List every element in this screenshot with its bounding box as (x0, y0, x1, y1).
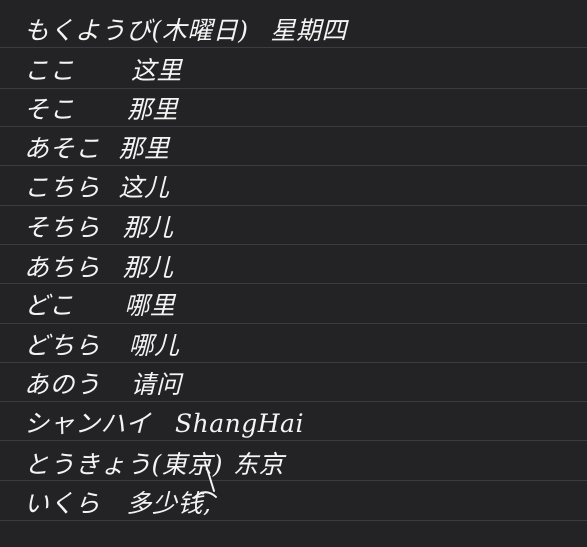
chinese-meaning: 请问 (130, 369, 182, 399)
note-line: ここ 这里 (24, 52, 182, 88)
note-line: いくら 多少钱, (24, 485, 211, 521)
japanese-word: あのう (24, 369, 101, 399)
chinese-meaning: 那里 (127, 94, 179, 124)
japanese-word: あそこ (24, 133, 101, 163)
japanese-word: どこ (24, 290, 75, 320)
japanese-word: いくら (24, 488, 101, 518)
notebook-page: もくようび(木曜日) 星期四 ここ 这里 そこ 那里 あそこ 那里 こちら 这儿… (0, 0, 587, 547)
japanese-word: こちら (24, 172, 101, 202)
chinese-meaning: 星期四 (270, 15, 348, 45)
chinese-meaning: 那儿 (122, 252, 174, 282)
japanese-word: もくようび(木曜日) (24, 15, 249, 45)
note-line: もくようび(木曜日) 星期四 (24, 12, 347, 48)
chinese-meaning: 那儿 (122, 212, 174, 242)
chinese-meaning: 那里 (118, 133, 170, 163)
note-line: あのう 请问 (24, 366, 182, 402)
chinese-meaning: 哪儿 (128, 330, 180, 360)
japanese-word: とうきょう(東京) (24, 449, 224, 479)
note-line: そちら 那儿 (24, 209, 174, 245)
japanese-word: そこ (24, 94, 76, 124)
japanese-word: シャンハイ (24, 408, 152, 438)
chinese-meaning: 东京 (233, 449, 285, 479)
note-line: あそこ 那里 (24, 130, 170, 166)
note-line: そこ 那里 (24, 91, 178, 127)
japanese-word: ここ (24, 55, 76, 85)
chinese-meaning: ShangHai (175, 408, 304, 438)
note-line: とうきょう(東京) 东京 (24, 446, 284, 482)
note-line: シャンハイ ShangHai (24, 405, 304, 441)
ruled-line (0, 323, 587, 324)
japanese-word: あちら (24, 252, 101, 282)
note-line: どちら 哪儿 (24, 327, 180, 363)
note-line: どこ 哪里 (24, 287, 175, 323)
chinese-meaning: 哪里 (124, 290, 176, 320)
japanese-word: そちら (24, 212, 101, 242)
ruled-line (0, 88, 587, 89)
note-line: こちら 这儿 (24, 169, 170, 205)
chinese-meaning: 这儿 (118, 172, 170, 202)
chinese-meaning: 这里 (131, 55, 183, 85)
japanese-word: どちら (24, 330, 101, 360)
ruled-line (0, 205, 587, 206)
note-line: あちら 那儿 (24, 249, 174, 285)
chinese-meaning: 多少钱, (126, 488, 212, 518)
